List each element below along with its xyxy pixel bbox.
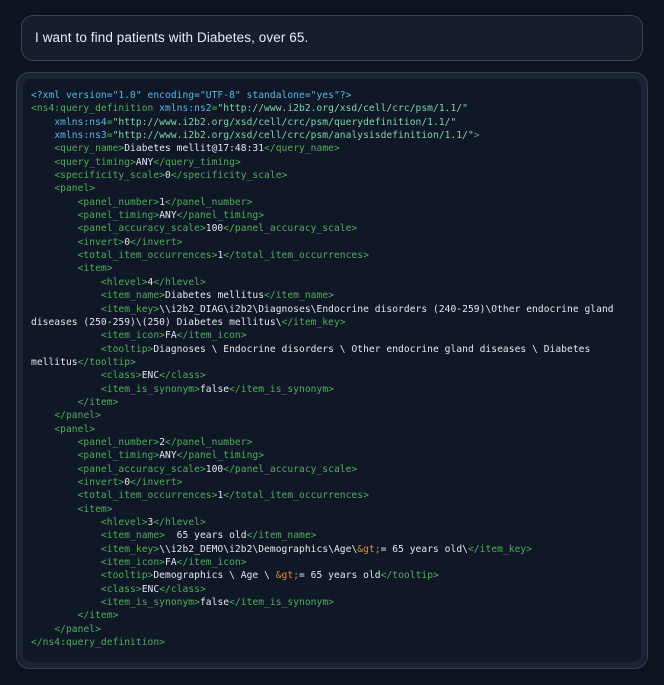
user-prompt-bubble: I want to find patients with Diabetes, o… [21, 15, 643, 61]
xml-query-definition-code: <?xml version="1.0" encoding="UTF-8" sta… [31, 89, 633, 649]
xml-code-panel: <?xml version="1.0" encoding="UTF-8" sta… [16, 72, 648, 669]
code-scroll-area[interactable]: <?xml version="1.0" encoding="UTF-8" sta… [23, 79, 641, 662]
user-prompt-text: I want to find patients with Diabetes, o… [35, 29, 308, 47]
app-root: I want to find patients with Diabetes, o… [0, 0, 664, 685]
